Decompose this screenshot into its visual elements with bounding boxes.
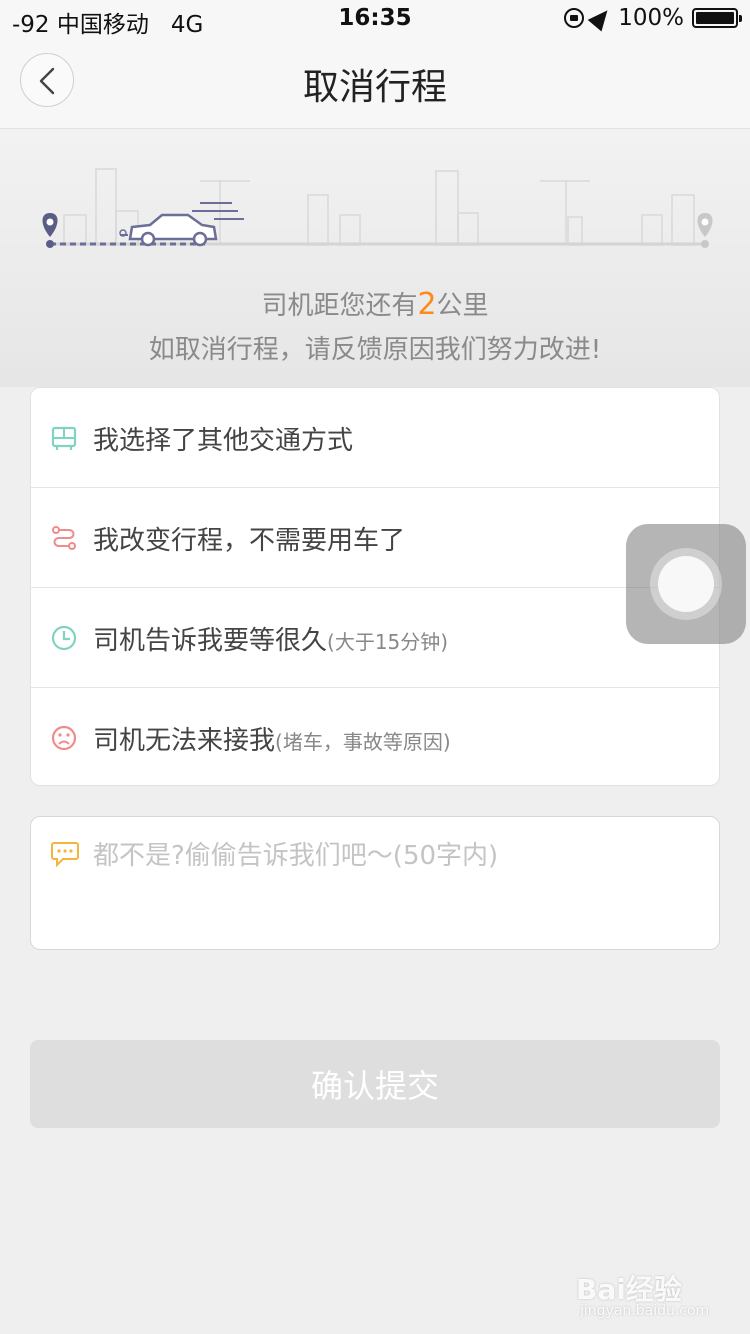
reason-option-changed-plan[interactable]: 我改变行程，不需要用车了: [31, 488, 719, 588]
watermark-logo: Bai经验: [576, 1273, 682, 1306]
location-arrow-icon: [587, 4, 615, 32]
reason-option-cannot-pickup[interactable]: 司机无法来接我(堵车，事故等原因): [31, 688, 719, 785]
distance-value: 2: [417, 287, 437, 322]
reason-note: (大于15分钟): [327, 630, 449, 654]
chat-bubble-icon: [51, 842, 79, 867]
status-bar: -92 中国移动 4G 16:35 100%: [0, 0, 750, 40]
distance-prefix: 司机距您还有: [261, 291, 418, 321]
route-icon: [52, 526, 76, 550]
reason-option-long-wait[interactable]: 司机告诉我要等很久(大于15分钟): [31, 588, 719, 688]
submit-button[interactable]: 确认提交: [30, 1040, 720, 1128]
reason-note: (堵车，事故等原因): [275, 730, 451, 754]
driver-distance: 司机距您还有2公里: [0, 285, 750, 322]
distance-suffix: 公里: [436, 291, 489, 321]
watermark-url: jingyan.baidu.com: [580, 1303, 710, 1319]
clock-icon: [51, 625, 77, 651]
battery-icon: [692, 8, 742, 28]
page-title: 取消行程: [302, 67, 447, 108]
bus-icon: [51, 426, 77, 450]
reason-option-transport[interactable]: 我选择了其他交通方式: [31, 388, 719, 488]
sad-face-icon: [51, 725, 77, 751]
comment-input[interactable]: [91, 835, 695, 877]
reason-label: 司机告诉我要等很久(大于15分钟): [93, 626, 449, 656]
comment-box: [30, 816, 720, 950]
reason-label: 我改变行程，不需要用车了: [93, 526, 406, 556]
city-route-illustration: [42, 168, 713, 248]
cancel-reason-list: 我选择了其他交通方式 我改变行程，不需要用车了 司机告诉我要等很久(大于15分钟…: [30, 387, 720, 786]
nav-bar: 取消行程: [0, 40, 750, 129]
status-right: 100%: [564, 4, 742, 32]
reason-label: 司机无法来接我(堵车，事故等原因): [93, 726, 451, 756]
battery-percent: 100%: [618, 5, 684, 31]
assistive-touch-button[interactable]: [626, 524, 746, 644]
rotation-lock-icon: [564, 8, 585, 28]
hero-banner: 司机距您还有2公里 如取消行程，请反馈原因我们努力改进!: [0, 129, 750, 387]
reason-label: 我选择了其他交通方式: [93, 426, 354, 456]
feedback-message: 如取消行程，请反馈原因我们努力改进!: [148, 335, 602, 365]
